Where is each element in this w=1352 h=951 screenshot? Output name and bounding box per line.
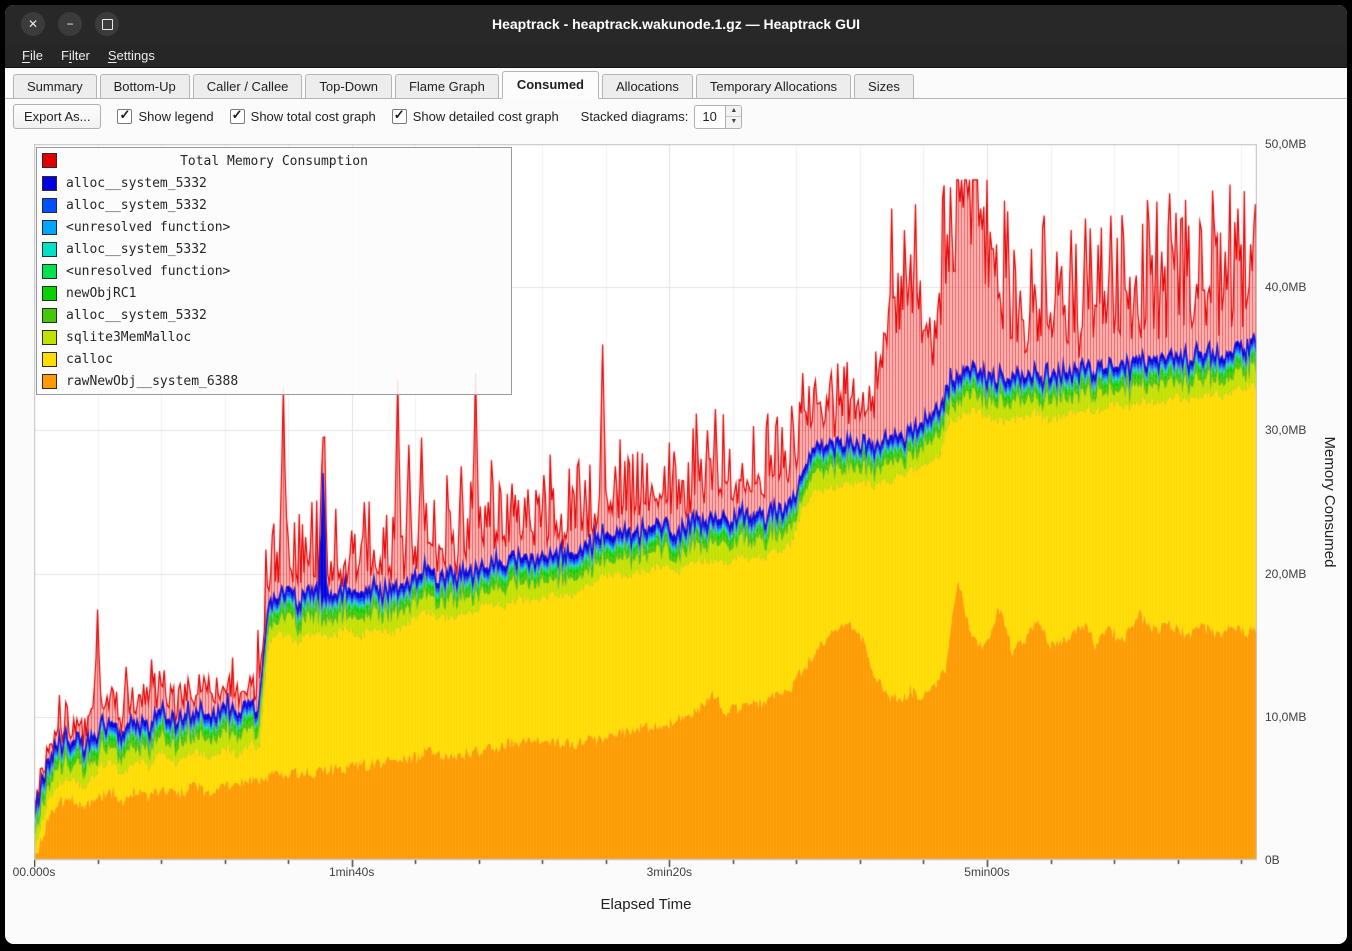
legend-entry: alloc__system_5332: [40, 238, 508, 260]
y-tick-label: 0B: [1265, 853, 1280, 867]
window-controls: ✕ −: [5, 12, 119, 36]
x-tick-label: 5min00s: [964, 865, 1009, 879]
chart-legend: Total Memory Consumption alloc__system_53…: [36, 147, 512, 395]
y-axis-title: Memory Consumed: [1321, 437, 1338, 568]
x-tick-label: 00.000s: [13, 865, 56, 879]
legend-entry-label: calloc: [66, 352, 113, 367]
spin-down-button[interactable]: ▼: [726, 117, 741, 128]
tab-temporary-allocations[interactable]: Temporary Allocations: [696, 74, 851, 98]
close-icon: ✕: [28, 17, 38, 31]
y-tick-label: 20,0MB: [1265, 567, 1306, 581]
legend-entry-label: newObjRC1: [66, 286, 136, 301]
toolbar-checkboxes: Show legend Show total cost graph Show det…: [117, 109, 558, 124]
tab-bar: SummaryBottom-UpCaller / CalleeTop-DownF…: [5, 68, 1347, 99]
legend-color-swatch: [42, 374, 57, 389]
legend-entry: newObjRC1: [40, 282, 508, 304]
export-as-button[interactable]: Export As...: [13, 104, 101, 129]
legend-color-swatch: [42, 286, 57, 301]
tab-summary[interactable]: Summary: [13, 74, 97, 98]
spinbox-arrows: ▲ ▼: [725, 106, 741, 128]
menu-bar: FileFilterSettings: [5, 43, 1347, 68]
title-bar[interactable]: ✕ − Heaptrack - heaptrack.wakunode.1.gz …: [5, 5, 1347, 43]
checkbox-label: Show detailed cost graph: [413, 109, 559, 124]
legend-entry: calloc: [40, 348, 508, 370]
chart-pane: Total Memory Consumption alloc__system_53…: [5, 134, 1347, 944]
checkbox-label: Show legend: [138, 109, 213, 124]
tab-bottom-up[interactable]: Bottom-Up: [100, 74, 190, 98]
legend-entry: rawNewObj__system_6388: [40, 370, 508, 392]
checkbox-label: Show total cost graph: [251, 109, 376, 124]
legend-entry-label: alloc__system_5332: [66, 242, 207, 257]
y-tick-label: 50,0MB: [1265, 137, 1306, 151]
window-title: Heaptrack - heaptrack.wakunode.1.gz — He…: [5, 16, 1347, 32]
legend-color-swatch: [42, 352, 57, 367]
spin-up-button[interactable]: ▲: [726, 106, 741, 118]
legend-entry-label: <unresolved function>: [66, 220, 230, 235]
legend-entry-label: sqlite3MemMalloc: [66, 330, 191, 345]
minimize-icon: −: [66, 17, 73, 31]
checkbox-box-icon[interactable]: [392, 109, 407, 124]
tab-consumed[interactable]: Consumed: [502, 71, 599, 99]
heaptrack-window: ✕ − Heaptrack - heaptrack.wakunode.1.gz …: [5, 5, 1347, 944]
legend-entry: <unresolved function>: [40, 216, 508, 238]
tab-top-down[interactable]: Top-Down: [305, 74, 392, 98]
legend-entry-label: rawNewObj__system_6388: [66, 374, 238, 389]
tab-caller-callee[interactable]: Caller / Callee: [193, 74, 303, 98]
minimize-button[interactable]: −: [58, 12, 82, 36]
x-tick-label: 3min20s: [647, 865, 692, 879]
menu-file[interactable]: File: [13, 45, 52, 66]
stacked-diagrams-value[interactable]: 10: [695, 106, 725, 128]
legend-entry-label: alloc__system_5332: [66, 308, 207, 323]
tab-flame-graph[interactable]: Flame Graph: [395, 74, 499, 98]
legend-entry-label: <unresolved function>: [66, 264, 230, 279]
legend-color-swatch: [42, 330, 57, 345]
close-button[interactable]: ✕: [21, 12, 45, 36]
legend-entry: sqlite3MemMalloc: [40, 326, 508, 348]
y-tick-label: 10,0MB: [1265, 710, 1306, 724]
maximize-icon: [102, 19, 113, 30]
legend-entry: <unresolved function>: [40, 260, 508, 282]
legend-color-swatch: [42, 242, 57, 257]
checkbox-box-icon[interactable]: [230, 109, 245, 124]
checkbox-show-detailed-cost-graph[interactable]: Show detailed cost graph: [392, 109, 559, 124]
legend-entry: alloc__system_5332: [40, 172, 508, 194]
legend-entry: alloc__system_5332: [40, 194, 508, 216]
maximize-button[interactable]: [95, 12, 119, 36]
checkbox-box-icon[interactable]: [117, 109, 132, 124]
legend-color-swatch: [42, 264, 57, 279]
legend-entry-label: alloc__system_5332: [66, 198, 207, 213]
legend-entry: alloc__system_5332: [40, 304, 508, 326]
toolbar: Export As... Show legend Show total cost …: [5, 99, 1347, 134]
checkbox-show-total-cost-graph[interactable]: Show total cost graph: [230, 109, 376, 124]
legend-entry-label: alloc__system_5332: [66, 176, 207, 191]
y-tick-label: 40,0MB: [1265, 280, 1306, 294]
tab-allocations[interactable]: Allocations: [602, 74, 693, 98]
stacked-diagrams-spinbox[interactable]: 10 ▲ ▼: [694, 105, 742, 129]
desktop: { "window": { "title": "Heaptrack - heap…: [0, 0, 1352, 951]
x-tick-label: 1min40s: [329, 865, 374, 879]
menu-filter[interactable]: Filter: [52, 45, 99, 66]
legend-color-swatch: [42, 308, 57, 323]
stacked-diagrams-label: Stacked diagrams:: [581, 109, 689, 124]
tab-sizes[interactable]: Sizes: [854, 74, 914, 98]
legend-entry-label: Total Memory Consumption: [180, 154, 368, 169]
legend-color-swatch: [42, 176, 57, 191]
legend-color-swatch: [42, 198, 57, 213]
y-tick-label: 30,0MB: [1265, 423, 1306, 437]
menu-settings[interactable]: Settings: [99, 45, 164, 66]
legend-color-swatch: [42, 220, 57, 235]
legend-title-row: Total Memory Consumption: [40, 150, 508, 172]
legend-color-swatch: [42, 153, 57, 168]
checkbox-show-legend[interactable]: Show legend: [117, 109, 213, 124]
x-axis-title: Elapsed Time: [601, 896, 692, 913]
